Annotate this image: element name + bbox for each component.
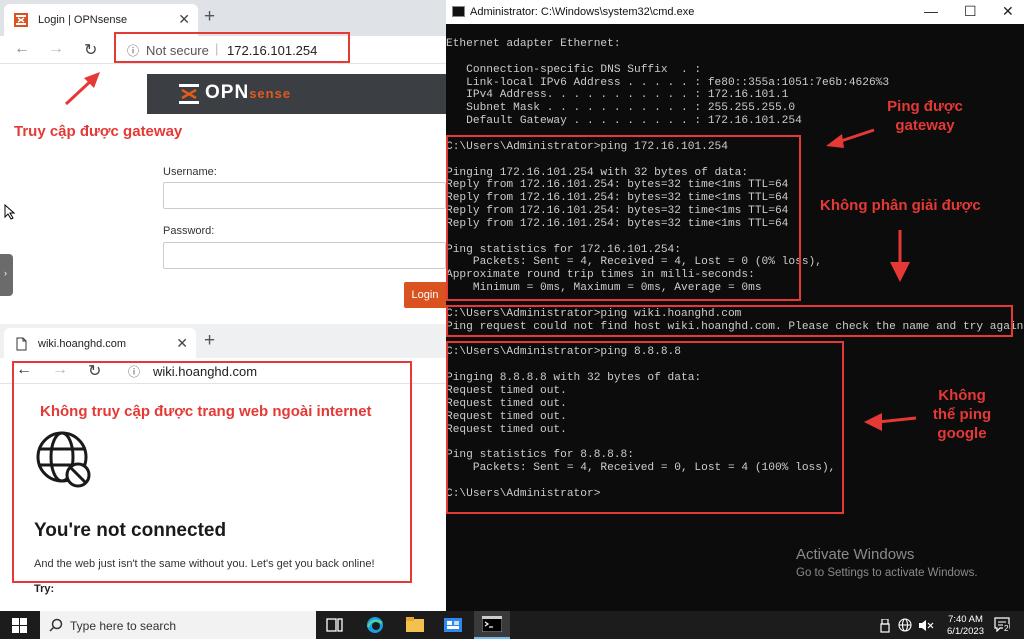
windows-start-icon[interactable] (12, 618, 27, 633)
close-icon[interactable]: ✕ (1002, 3, 1014, 20)
mouse-cursor-icon (4, 204, 16, 220)
volume-muted-icon[interactable] (918, 619, 934, 632)
arrow-to-ping-google-icon (864, 413, 917, 431)
password-field[interactable] (163, 242, 446, 269)
annotation-ping-gateway: Ping được gateway (868, 97, 982, 135)
logo-opn: OPN (205, 82, 250, 103)
maximize-icon[interactable]: ☐ (964, 3, 977, 20)
cmd-line: Subnet Mask . . . . . . . . . . . : 255.… (446, 102, 796, 115)
annotation-ping-google: Không thể ping google (918, 386, 1006, 443)
refresh-icon[interactable]: ↻ (84, 40, 97, 60)
tab-title: Login | OPNsense (38, 14, 128, 26)
annotation-ping-google-line1: Không (938, 387, 986, 404)
cmd-title-bar: Administrator: C:\Windows\system32\cmd.e… (446, 0, 1024, 24)
taskbar-cmd-active[interactable] (474, 611, 510, 639)
usb-tray-icon[interactable] (880, 619, 890, 633)
dns-fail-highlight-box (446, 305, 1013, 337)
close-tab-icon[interactable]: ✕ (178, 11, 190, 28)
opnsense-logo-text: OPNsense (205, 82, 291, 104)
annotation-ping-gateway-line2: gateway (895, 117, 955, 134)
password-label: Password: (163, 225, 215, 237)
url-highlight-box (114, 32, 350, 63)
arrow-to-ping-gateway-icon (826, 128, 875, 148)
tab-strip: Login | OPNsense ✕ + (0, 0, 446, 36)
search-placeholder: Type here to search (70, 619, 177, 633)
opnsense-header: OPNsense (147, 74, 446, 114)
annotation-dns-fail: Không phân giải được (820, 197, 981, 214)
minimize-icon[interactable]: — (924, 3, 938, 19)
page-icon (16, 337, 27, 351)
opnsense-favicon-icon (14, 13, 28, 27)
clock-date: 6/1/2023 (947, 626, 984, 637)
opnsense-logo-icon (179, 84, 199, 104)
forward-icon[interactable]: → (48, 40, 64, 58)
logo-sense: sense (249, 86, 292, 101)
annotation-ping-google-line3: google (937, 425, 987, 442)
cmd-line: Ethernet adapter Ethernet: (446, 38, 621, 50)
cmd-taskbar-icon (482, 616, 502, 632)
back-icon[interactable]: ← (14, 40, 30, 58)
new-tab-button[interactable]: + (204, 330, 215, 352)
login-button[interactable]: Login (404, 282, 446, 308)
server-manager-icon[interactable] (442, 615, 464, 635)
tab-strip: wiki.hoanghd.com ✕ + (0, 324, 446, 358)
cmd-line: IPv4 Address. . . . . . . . . . . : 172.… (446, 89, 789, 102)
ping-gateway-highlight-box (446, 135, 801, 301)
offline-highlight-box (12, 361, 412, 583)
username-label: Username: (163, 166, 217, 178)
cmd-line: Default Gateway . . . . . . . . . : 172.… (446, 115, 802, 128)
tab-title: wiki.hoanghd.com (38, 338, 127, 350)
tab-wiki[interactable]: wiki.hoanghd.com ✕ (4, 328, 196, 358)
taskbar-clock[interactable]: 7:40 AM 6/1/2023 (947, 614, 984, 638)
arrow-to-dns-fail-icon (890, 230, 910, 282)
annotation-ping-gateway-line1: Ping được (887, 98, 963, 115)
clock-time: 7:40 AM (948, 614, 983, 625)
annotation-gateway-access: Truy cập được gateway (14, 123, 183, 140)
ping-google-highlight-box (446, 341, 844, 514)
chevron-right-icon: › (4, 268, 7, 278)
taskbar: Type here to search 7:40 AM 6/1/2023 2 (0, 611, 1024, 639)
notification-count: 2 (1003, 624, 1010, 633)
try-label: Try: (34, 583, 55, 595)
taskbar-search-box[interactable]: Type here to search (40, 611, 316, 639)
annotation-no-internet: Không truy cập được trang web ngoài inte… (40, 403, 372, 420)
activate-windows-subtitle: Go to Settings to activate Windows. (796, 567, 978, 579)
task-view-icon[interactable] (324, 615, 346, 635)
notification-center[interactable]: 2 (994, 616, 1012, 634)
cmd-line: Connection-specific DNS Suffix . : (446, 63, 702, 76)
close-tab-icon[interactable]: ✕ (176, 335, 188, 352)
cmd-line: Link-local IPv6 Address . . . . . : fe80… (446, 76, 890, 89)
cmd-title: Administrator: C:\Windows\system32\cmd.e… (470, 6, 695, 18)
network-globe-icon[interactable] (898, 618, 912, 632)
annotation-ping-google-line2: thể ping (932, 406, 992, 423)
search-icon (49, 618, 63, 632)
file-explorer-icon[interactable] (404, 615, 426, 635)
username-field[interactable] (163, 182, 446, 209)
activate-windows-title: Activate Windows (796, 546, 915, 563)
side-panel-handle[interactable]: › (0, 254, 13, 296)
cmd-app-icon (452, 6, 465, 17)
arrow-to-url-icon (64, 72, 100, 106)
new-tab-button[interactable]: + (204, 6, 215, 28)
edge-browser-icon[interactable] (364, 615, 386, 635)
